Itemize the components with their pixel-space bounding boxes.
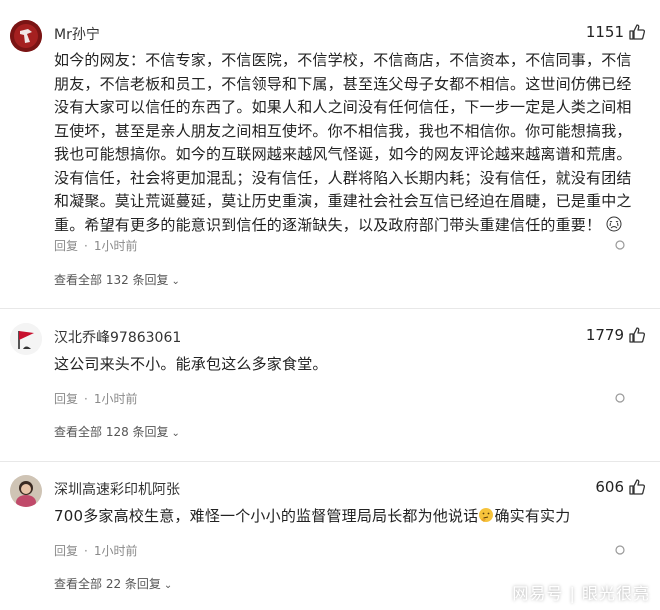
comment-meta: 回复 · 1小时前 [54,239,138,253]
username[interactable]: Mr孙宁 [54,24,100,44]
replies-label: 查看全部 128 条回复 [54,425,169,439]
comment-content: 如今的网友：不信专家，不信医院，不信学校，不信商店，不信资本，不信同事，不信朋友… [54,49,634,237]
replies-label: 查看全部 132 条回复 [54,273,169,287]
more-options-icon[interactable] [614,392,626,404]
chevron-down-icon: ⌄ [171,276,180,287]
more-options-icon[interactable] [614,544,626,556]
comment-meta: 回复 · 1小时前 [54,544,138,558]
thumbs-up-icon[interactable] [628,23,646,41]
crying-face-emoji [606,216,622,231]
reply-button[interactable]: 回复 [54,239,78,253]
thinking-face-emoji [479,508,494,522]
like-count: 1151 [585,23,624,41]
timestamp: 1小时前 [93,239,138,253]
username[interactable]: 汉北乔峰97863061 [54,327,181,347]
comment-meta: 回复 · 1小时前 [54,392,138,406]
view-all-replies-link[interactable]: 查看全部 22 条回复 ⌄ [54,575,172,592]
view-all-replies-link[interactable]: 查看全部 132 条回复 ⌄ [54,271,180,288]
thumbs-up-icon[interactable] [628,326,646,344]
view-all-replies-link[interactable]: 查看全部 128 条回复 ⌄ [54,423,180,440]
comment-text: 700多家高校生意，难怪一个小小的监督管理局局长都为他说话 [54,507,479,525]
comment-text: 这公司来头不小。能承包这么多家食堂。 [54,355,328,373]
avatar[interactable] [10,475,42,507]
watermark: 网易号 | 眼光很亮 [512,584,650,603]
reply-button[interactable]: 回复 [54,392,78,406]
avatar[interactable] [10,323,42,355]
like-count: 606 [595,478,624,496]
replies-label: 查看全部 22 条回复 [54,577,161,591]
divider [0,308,660,309]
reply-button[interactable]: 回复 [54,544,78,558]
more-options-icon[interactable] [614,239,626,251]
timestamp: 1小时前 [93,392,138,406]
timestamp: 1小时前 [93,544,138,558]
comment-content: 700多家高校生意，难怪一个小小的监督管理局局长都为他说话 确实有实力 [54,505,634,529]
like-count: 1779 [585,326,624,344]
username[interactable]: 深圳高速彩印机阿张 [54,479,180,499]
thumbs-up-icon[interactable] [628,478,646,496]
comment-text: 确实有实力 [494,507,571,525]
comment-text: 如今的网友：不信专家，不信医院，不信学校，不信商店，不信资本，不信同事，不信朋友… [54,51,632,234]
chevron-down-icon: ⌄ [163,580,173,591]
avatar[interactable] [10,20,42,52]
divider [0,461,660,462]
chevron-down-icon: ⌄ [171,428,180,439]
